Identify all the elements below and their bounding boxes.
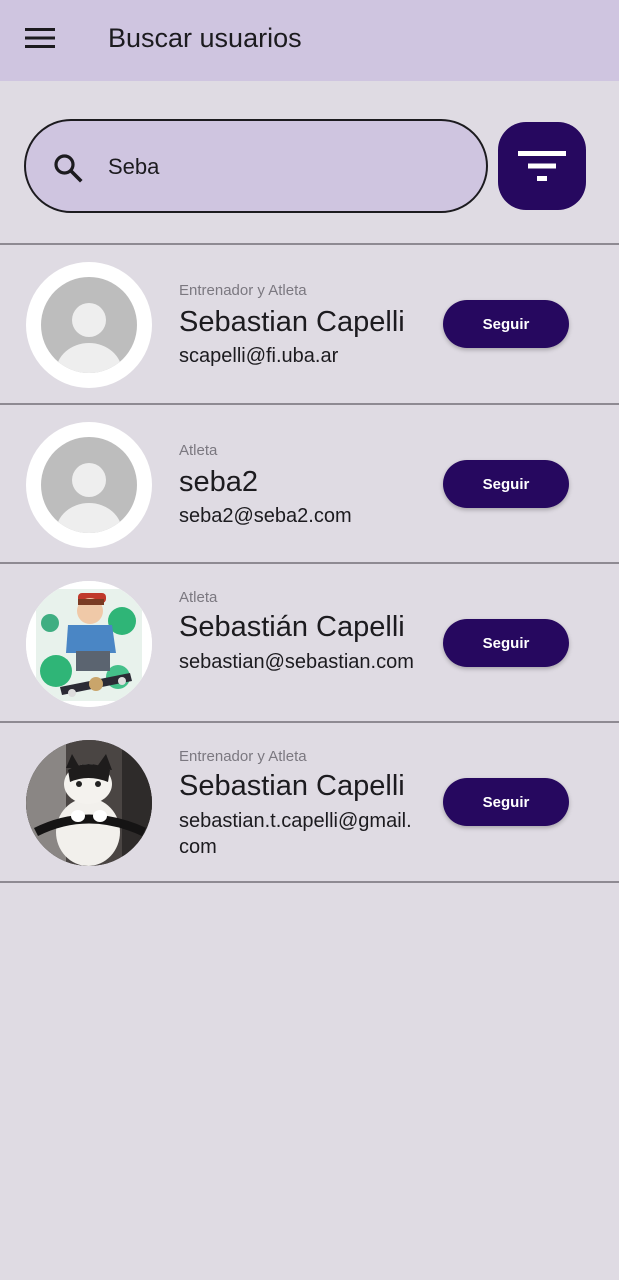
user-role: Atleta (179, 589, 218, 606)
user-email: seba2@seba2.com (179, 505, 352, 527)
user-name: Sebastián Capelli (179, 611, 405, 643)
anime-skateboarder-photo (26, 581, 152, 707)
user-name: seba2 (179, 466, 259, 498)
avatar (26, 422, 152, 548)
filter-button[interactable] (498, 122, 586, 210)
user-name: Sebastian Capelli (179, 770, 405, 802)
cat-photo (26, 740, 152, 866)
user-role: Entrenador y Atleta (179, 282, 307, 299)
menu-button[interactable] (14, 14, 66, 62)
page-title: Buscar usuarios (108, 23, 302, 53)
default-avatar-icon (41, 277, 137, 373)
follow-button[interactable]: Seguir (443, 619, 569, 667)
search-box[interactable] (24, 119, 488, 213)
avatar (26, 581, 152, 707)
user-list-item[interactable]: Entrenador y Atleta Sebastian Capelli se… (0, 723, 619, 881)
user-role: Entrenador y Atleta (179, 748, 307, 765)
user-name: Sebastian Capelli (179, 306, 405, 338)
follow-button[interactable]: Seguir (443, 778, 569, 826)
search-icon (54, 154, 83, 183)
filter-icon (518, 151, 566, 181)
user-email: sebastian.t.capelli@gmail.com (179, 810, 412, 858)
user-list-item[interactable]: Atleta Sebastián Capelli sebastian@sebas… (0, 564, 619, 722)
avatar (26, 262, 152, 388)
app-bar: Buscar usuarios (0, 0, 619, 81)
avatar (26, 740, 152, 866)
follow-button[interactable]: Seguir (443, 460, 569, 508)
user-role: Atleta (179, 442, 218, 459)
user-list-item[interactable]: Atleta seba2 seba2@seba2.com Seguir (0, 405, 619, 563)
user-email: scapelli@fi.uba.ar (179, 345, 339, 367)
divider (0, 881, 619, 883)
default-avatar-icon (41, 437, 137, 533)
user-email: sebastian@sebastian.com (179, 651, 414, 673)
search-input[interactable] (108, 143, 448, 191)
follow-button[interactable]: Seguir (443, 300, 569, 348)
user-list-item[interactable]: Entrenador y Atleta Sebastian Capelli sc… (0, 245, 619, 403)
hamburger-menu-icon (25, 28, 55, 48)
